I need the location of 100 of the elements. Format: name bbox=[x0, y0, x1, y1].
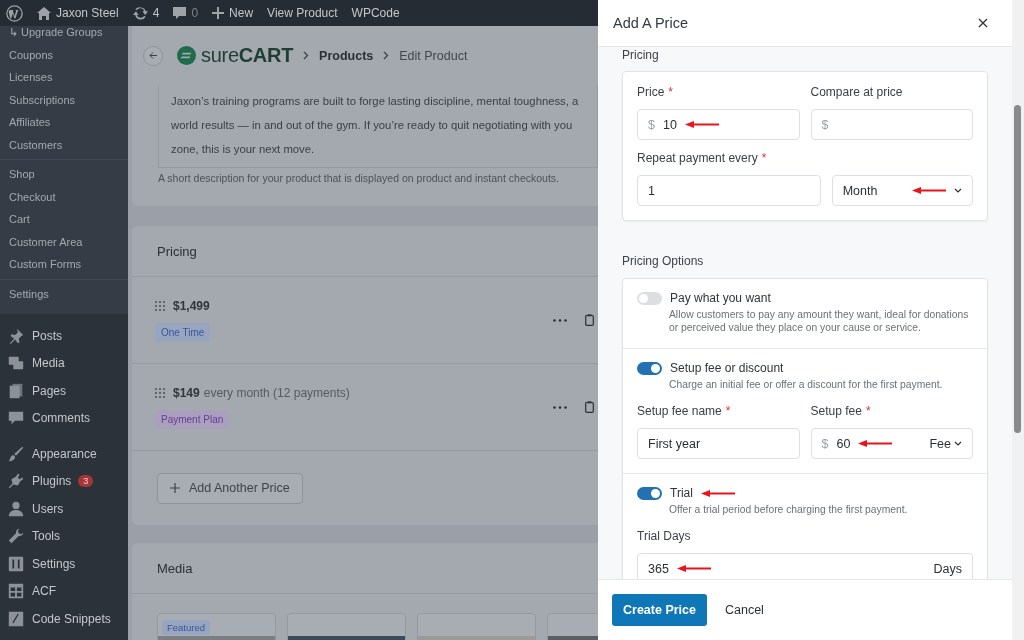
field-label: Repeat payment every * bbox=[637, 150, 768, 167]
field-label: Compare at price bbox=[810, 84, 904, 101]
chevron-right-icon bbox=[303, 51, 310, 60]
option-title: Pay what you want bbox=[670, 291, 771, 305]
scrollbar[interactable] bbox=[1012, 0, 1024, 640]
code-icon bbox=[7, 609, 25, 628]
menu-item[interactable]: Tools bbox=[0, 522, 128, 550]
wordpress-logo-icon[interactable] bbox=[6, 4, 23, 22]
field-value: 10 bbox=[662, 117, 677, 132]
logo-text: sureCART bbox=[201, 44, 294, 67]
breadcrumb[interactable]: Products bbox=[319, 48, 374, 63]
toggle-switch[interactable] bbox=[637, 486, 662, 500]
menu-item[interactable]: Comments bbox=[0, 404, 128, 432]
pin-icon bbox=[7, 326, 25, 345]
toolbar-link[interactable]: WPCode bbox=[351, 6, 400, 20]
drag-handle-icon[interactable] bbox=[155, 300, 165, 311]
close-button[interactable] bbox=[976, 16, 990, 30]
option-title: Setup fee or discount bbox=[670, 361, 784, 375]
wrench-icon bbox=[7, 527, 25, 546]
input-field[interactable]: First year bbox=[637, 428, 800, 459]
home-icon bbox=[37, 6, 51, 20]
submenu-item[interactable]: Settings bbox=[0, 282, 128, 305]
submenu-item[interactable]: Customer Area bbox=[0, 230, 128, 253]
submenu-item[interactable]: Affiliates bbox=[0, 111, 128, 134]
menu-item[interactable]: ACF bbox=[0, 577, 128, 605]
arrow-left-icon bbox=[149, 52, 157, 59]
comments-link[interactable]: 0 bbox=[173, 6, 199, 20]
submenu-item[interactable]: ↳ Upgrade Groups bbox=[0, 26, 128, 44]
refresh-icon bbox=[132, 6, 148, 20]
card-title: Pricing bbox=[157, 243, 197, 259]
drag-handle-icon[interactable] bbox=[155, 387, 165, 398]
table-icon bbox=[7, 582, 25, 601]
help-text: A short description for your product that is displayed on product and instant checkouts. bbox=[158, 172, 560, 184]
unit-suffix: Days bbox=[933, 561, 962, 576]
submenu-item[interactable]: Checkout bbox=[0, 185, 128, 208]
menu-item[interactable]: Settings bbox=[0, 550, 128, 578]
comment-icon bbox=[173, 6, 187, 20]
toolbar-link[interactable]: View Product bbox=[267, 6, 338, 20]
currency-symbol: $ bbox=[648, 117, 655, 132]
input-field[interactable]: 365 Days bbox=[637, 553, 973, 579]
menu-item[interactable]: Users bbox=[0, 495, 128, 523]
panel-title: Add A Price bbox=[613, 15, 688, 31]
new-link[interactable]: New bbox=[212, 6, 254, 20]
amount-field[interactable]: $ 60 Fee bbox=[810, 428, 973, 459]
brush-icon bbox=[7, 444, 25, 463]
add-price-button[interactable]: Add Another Price bbox=[157, 472, 303, 504]
price-detail: every month (12 payments) bbox=[203, 385, 350, 400]
currency-symbol: $ bbox=[821, 117, 829, 132]
field-label: Setup fee name * bbox=[637, 403, 732, 420]
field-value: 365 bbox=[648, 561, 669, 576]
pages-icon bbox=[7, 381, 25, 400]
submenu-item[interactable]: Shop bbox=[0, 163, 128, 186]
toggle-switch[interactable] bbox=[637, 291, 662, 305]
menu-item[interactable]: Plugins 3 bbox=[0, 467, 128, 495]
submenu-item[interactable]: Customers bbox=[0, 133, 128, 156]
clipboard-icon[interactable] bbox=[585, 401, 594, 413]
plug-icon bbox=[7, 472, 25, 491]
option-description: Charge an initial fee or offer a discount for the first payment. bbox=[669, 378, 944, 391]
section-title: Pricing Options bbox=[622, 254, 705, 270]
sliders-icon bbox=[7, 554, 25, 573]
interval-select[interactable]: Month bbox=[831, 175, 973, 206]
clipboard-icon[interactable] bbox=[585, 314, 594, 326]
chevron-right-icon bbox=[383, 51, 390, 60]
menu-item[interactable]: Pages bbox=[0, 377, 128, 405]
section-title: Pricing bbox=[622, 48, 660, 64]
unit-select[interactable]: Fee bbox=[929, 436, 962, 451]
card-title: Media bbox=[157, 560, 193, 576]
option-description: Offer a trial period before charging the first payment. bbox=[669, 503, 909, 516]
price-amount: $149 bbox=[173, 385, 200, 400]
menu-item[interactable]: Posts bbox=[0, 322, 128, 350]
more-icon[interactable] bbox=[553, 405, 567, 409]
caret-icon bbox=[954, 188, 962, 193]
option-description: Allow customers to pay any amount they want, ideal for donations or perceived value they place on your cause or service. bbox=[669, 308, 970, 334]
input-field[interactable]: 1 bbox=[637, 175, 821, 206]
menu-item[interactable]: Appearance bbox=[0, 440, 128, 468]
toggle-switch[interactable] bbox=[637, 361, 662, 375]
user-icon bbox=[7, 499, 25, 518]
submenu-item[interactable]: Subscriptions bbox=[0, 88, 128, 111]
price-type-tag: Payment Plan bbox=[155, 409, 230, 429]
submenu-item[interactable]: Cart bbox=[0, 208, 128, 231]
option-title: Trial bbox=[670, 486, 693, 500]
more-icon[interactable] bbox=[553, 318, 567, 322]
submenu-item[interactable]: Coupons bbox=[0, 43, 128, 66]
plus-icon bbox=[212, 7, 225, 19]
submenu-item[interactable]: Custom Forms bbox=[0, 253, 128, 276]
logo-icon bbox=[177, 46, 196, 65]
menu-item[interactable]: Media bbox=[0, 349, 128, 377]
submenu-item[interactable]: Licenses bbox=[0, 66, 128, 89]
field-value: First year bbox=[648, 436, 701, 451]
plus-icon bbox=[170, 483, 180, 493]
input-field[interactable]: $ 10 bbox=[637, 109, 800, 140]
create-price-button[interactable]: Create Price bbox=[612, 594, 707, 626]
breadcrumb: Edit Product bbox=[399, 48, 468, 63]
count-badge: 3 bbox=[78, 475, 94, 488]
cancel-button[interactable]: Cancel bbox=[724, 603, 764, 617]
site-link[interactable]: Jaxon Steel bbox=[37, 6, 119, 20]
currency-symbol: $ bbox=[821, 436, 829, 451]
updates-link[interactable]: 4 bbox=[132, 6, 160, 20]
menu-item[interactable]: Code Snippets bbox=[0, 605, 128, 633]
field-value: 60 bbox=[836, 436, 851, 451]
